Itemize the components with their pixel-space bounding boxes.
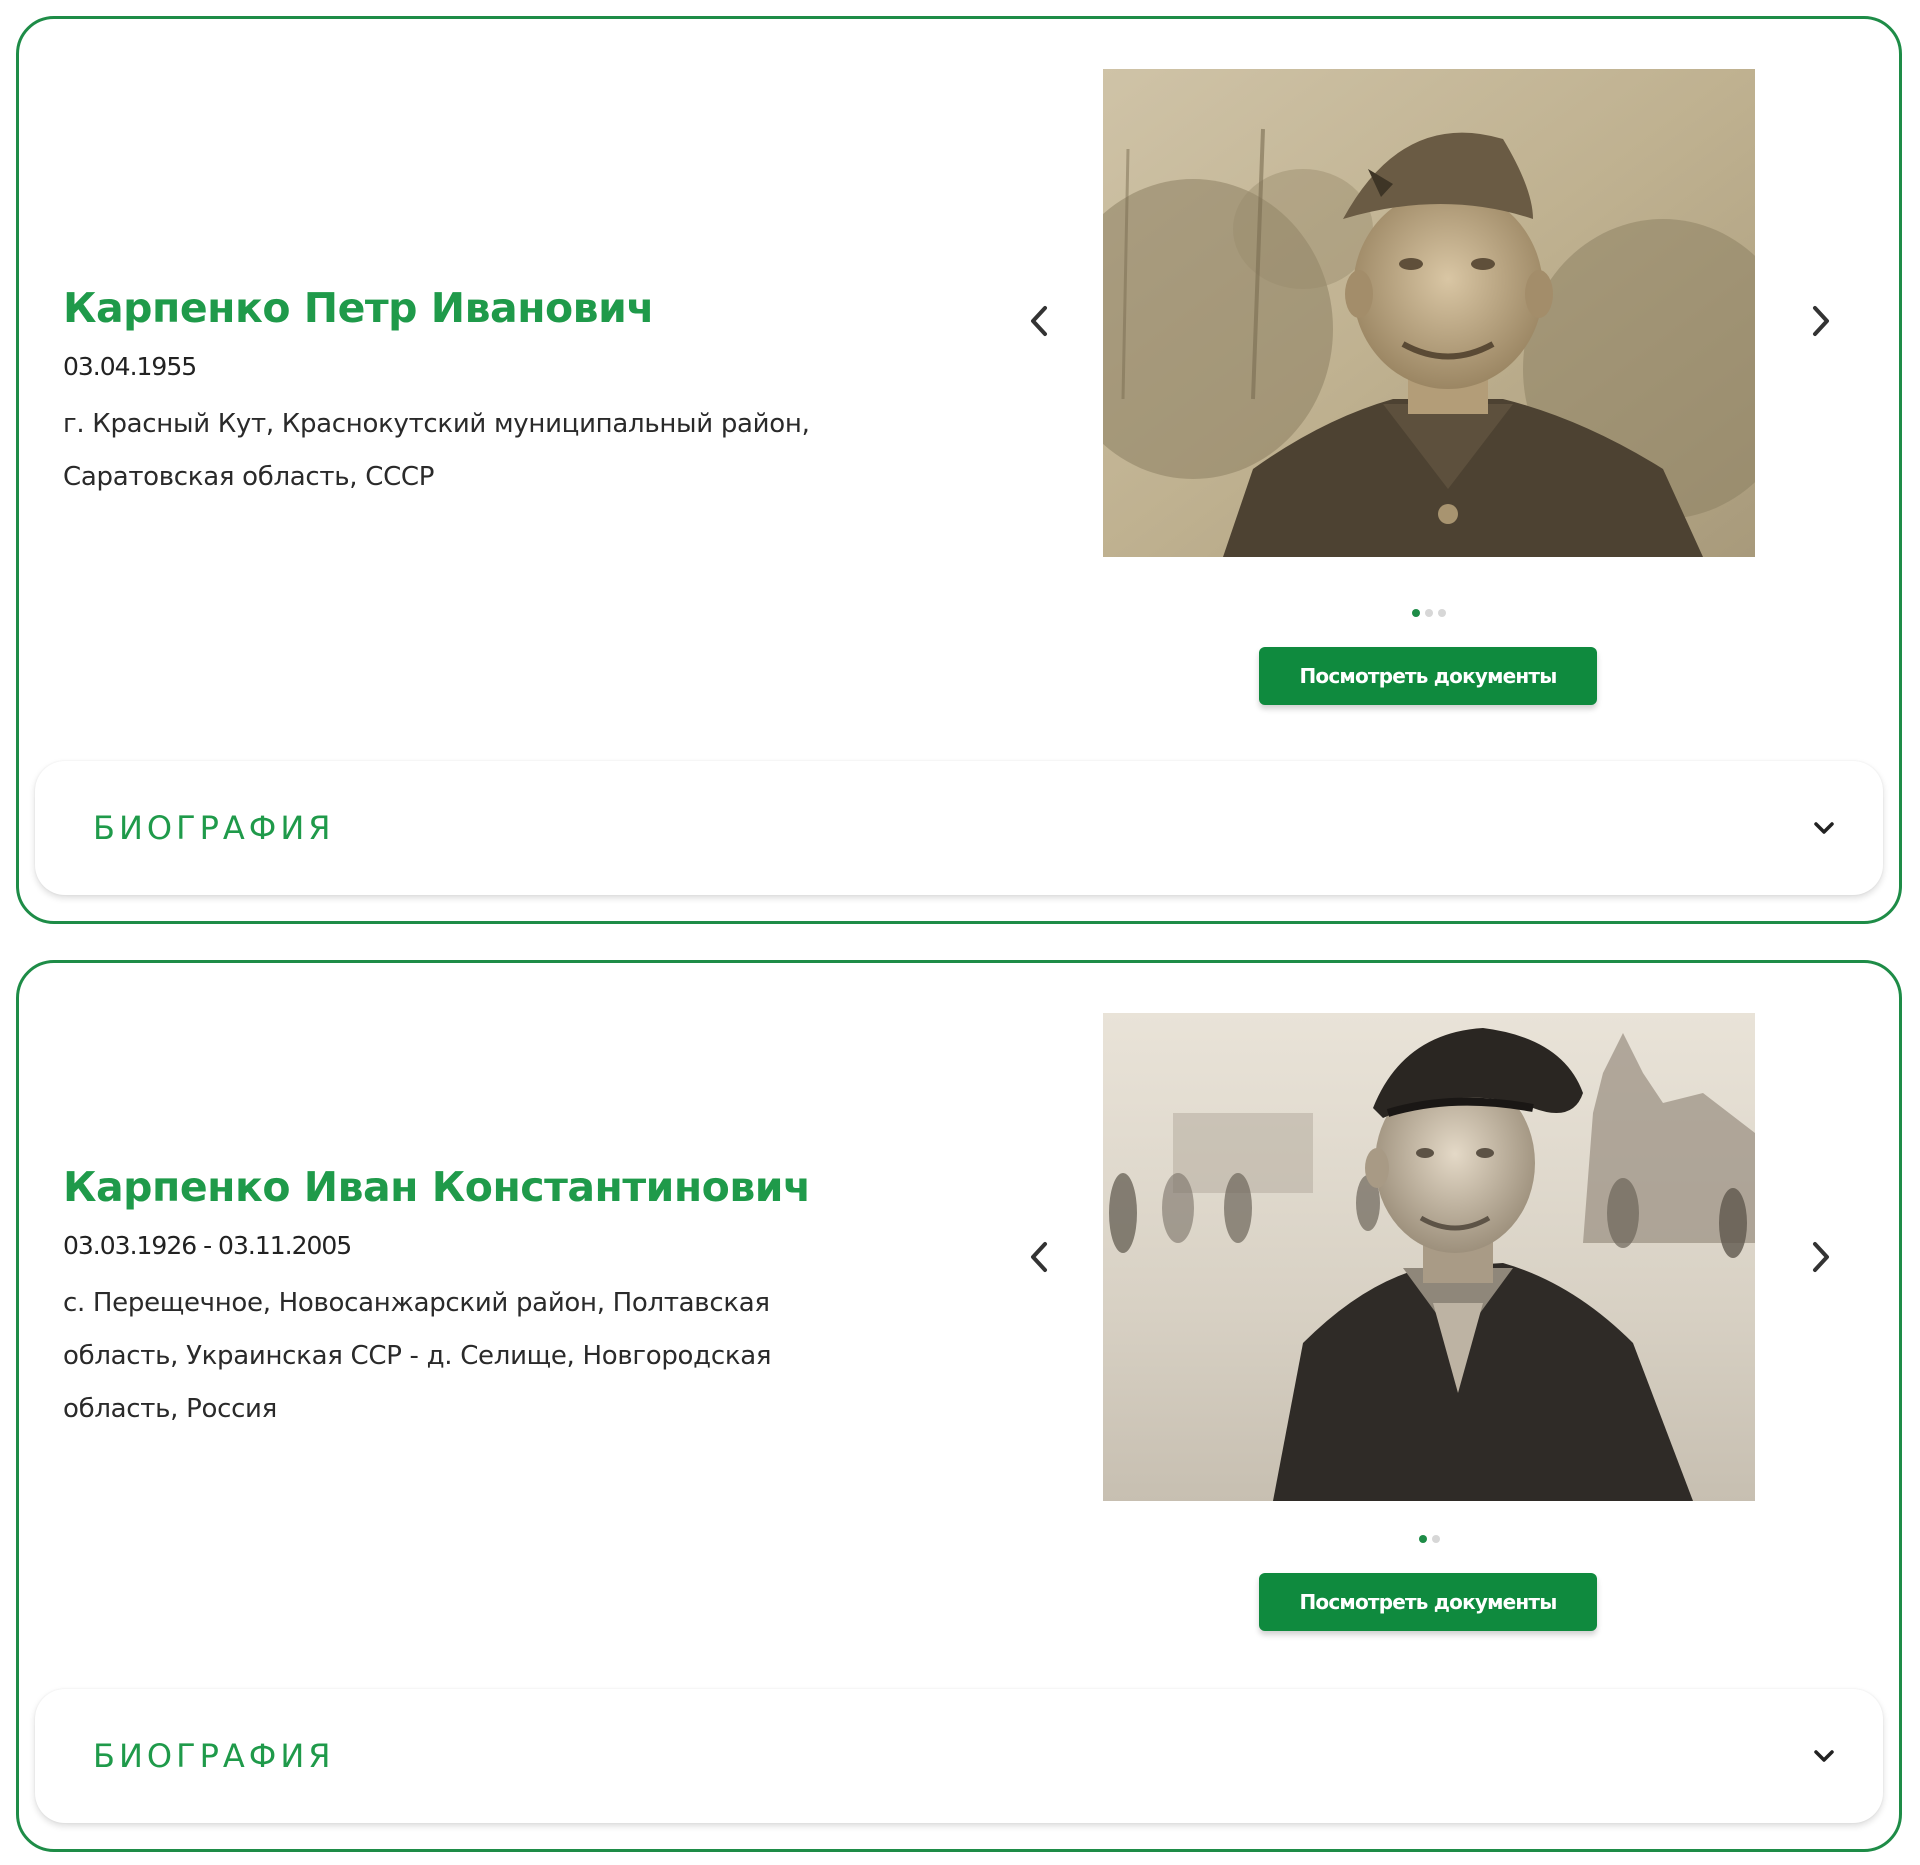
chevron-down-icon bbox=[1813, 1749, 1835, 1763]
carousel-pagination bbox=[1103, 1535, 1755, 1543]
person-info: Карпенко Петр Иванович 03.04.1955 г. Кра… bbox=[63, 284, 943, 504]
carousel-next-button[interactable] bbox=[1801, 1239, 1841, 1279]
biography-title: БИОГРАФИЯ bbox=[93, 809, 335, 847]
carousel-dot[interactable] bbox=[1412, 609, 1420, 617]
carousel-dot[interactable] bbox=[1431, 1535, 1440, 1543]
person-place: с. Перещечное, Новосанжарский район, Пол… bbox=[63, 1277, 923, 1436]
person-photo bbox=[1103, 1013, 1755, 1501]
person-card: Карпенко Петр Иванович 03.04.1955 г. Кра… bbox=[16, 16, 1902, 924]
person-photo bbox=[1103, 69, 1755, 557]
place-line: с. Перещечное, Новосанжарский район, Пол… bbox=[63, 1287, 770, 1318]
biography-title: БИОГРАФИЯ bbox=[93, 1737, 335, 1775]
person-name: Карпенко Иван Константинович bbox=[63, 1163, 811, 1211]
person-dates: 03.04.1955 bbox=[63, 352, 197, 382]
view-documents-button[interactable]: Посмотреть документы bbox=[1259, 647, 1597, 705]
carousel-next-button[interactable] bbox=[1801, 303, 1841, 343]
biography-accordion[interactable]: БИОГРАФИЯ bbox=[35, 761, 1883, 895]
chevron-right-icon bbox=[1808, 1240, 1834, 1278]
carousel-dot[interactable] bbox=[1418, 1535, 1427, 1543]
carousel-dot[interactable] bbox=[1438, 609, 1446, 617]
place-line: область, Россия bbox=[63, 1393, 277, 1424]
person-dates: 03.03.1926 - 03.11.2005 bbox=[63, 1231, 352, 1261]
view-documents-button[interactable]: Посмотреть документы bbox=[1259, 1573, 1597, 1631]
carousel-prev-button[interactable] bbox=[1019, 1239, 1059, 1279]
chevron-right-icon bbox=[1808, 304, 1834, 342]
chevron-left-icon bbox=[1026, 304, 1052, 342]
carousel-pagination bbox=[1103, 609, 1755, 617]
person-place: г. Красный Кут, Краснокутский муниципаль… bbox=[63, 398, 943, 504]
chevron-left-icon bbox=[1026, 1240, 1052, 1278]
place-line: Саратовская область, СССР bbox=[63, 461, 435, 492]
biography-accordion[interactable]: БИОГРАФИЯ bbox=[35, 1689, 1883, 1823]
person-info: Карпенко Иван Константинович 03.03.1926 … bbox=[63, 1163, 923, 1436]
place-line: область, Украинская ССР - д. Селище, Нов… bbox=[63, 1340, 772, 1371]
chevron-down-icon bbox=[1813, 821, 1835, 835]
carousel-prev-button[interactable] bbox=[1019, 303, 1059, 343]
place-line: г. Красный Кут, Краснокутский муниципаль… bbox=[63, 408, 810, 439]
person-card: Карпенко Иван Константинович 03.03.1926 … bbox=[16, 960, 1902, 1852]
person-name: Карпенко Петр Иванович bbox=[63, 284, 655, 332]
carousel-dot[interactable] bbox=[1425, 609, 1433, 617]
